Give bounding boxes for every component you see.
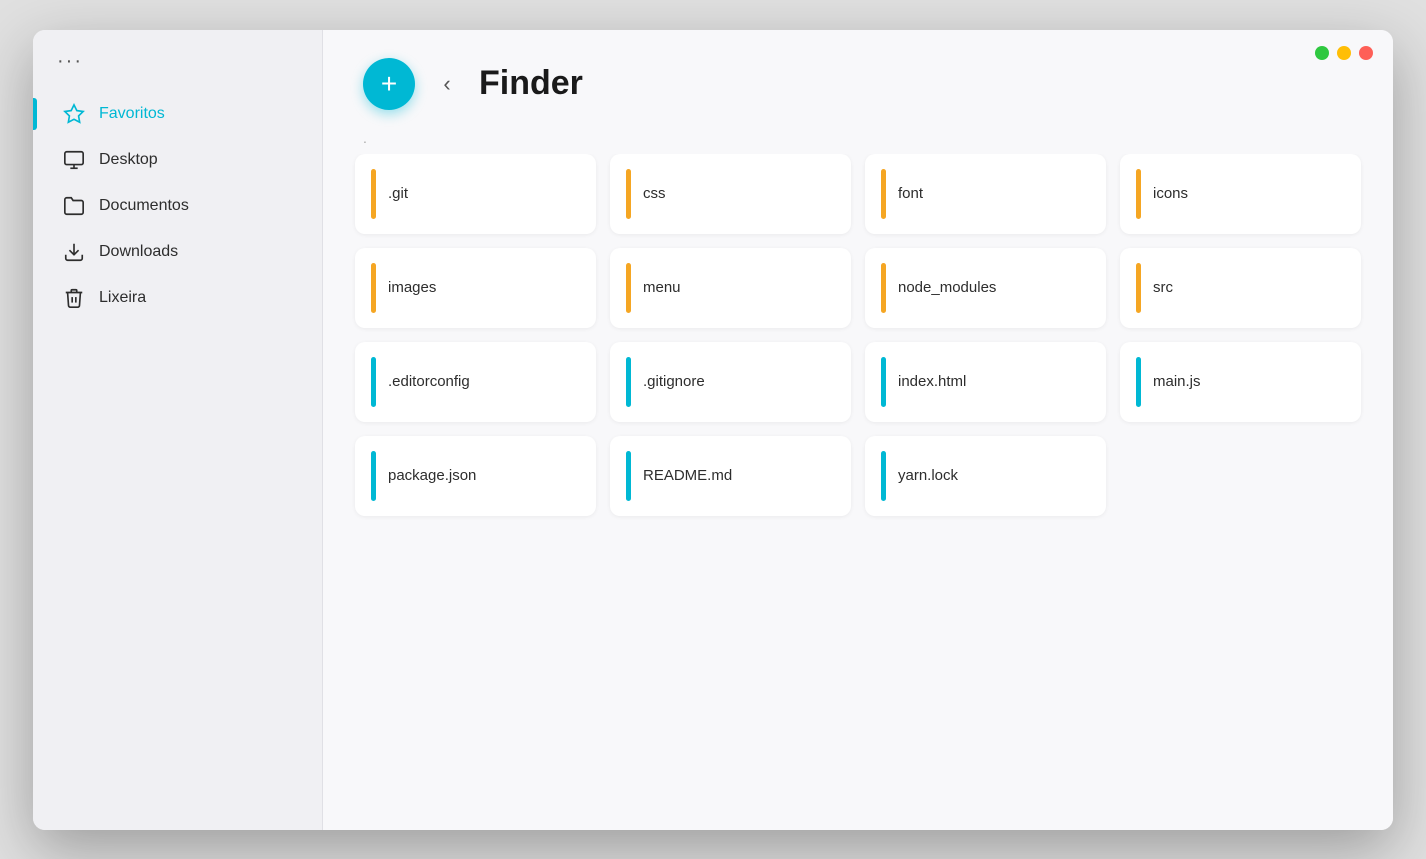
file-accent-blue bbox=[626, 357, 631, 407]
file-accent-yellow bbox=[626, 169, 631, 219]
file-name: yarn.lock bbox=[898, 467, 958, 484]
file-accent-yellow bbox=[1136, 263, 1141, 313]
fab-add-button[interactable]: + bbox=[363, 58, 415, 110]
file-item[interactable]: yarn.lock bbox=[865, 436, 1106, 516]
back-button[interactable]: ‹ bbox=[431, 68, 463, 100]
download-icon bbox=[63, 241, 85, 263]
file-name: src bbox=[1153, 279, 1173, 296]
file-accent-blue bbox=[881, 451, 886, 501]
file-name: font bbox=[898, 185, 923, 202]
close-button[interactable] bbox=[1359, 46, 1373, 60]
file-item[interactable]: .gitignore bbox=[610, 342, 851, 422]
active-indicator bbox=[33, 98, 37, 130]
more-menu-button[interactable]: ··· bbox=[33, 50, 322, 93]
file-accent-yellow bbox=[1136, 169, 1141, 219]
file-name: .git bbox=[388, 185, 408, 202]
sidebar-item-label: Desktop bbox=[99, 151, 158, 169]
file-item[interactable]: icons bbox=[1120, 154, 1361, 234]
trash-icon bbox=[63, 287, 85, 309]
breadcrumb: . bbox=[323, 130, 1393, 154]
sidebar-item-downloads[interactable]: Downloads bbox=[49, 231, 306, 273]
sidebar-item-lixeira[interactable]: Lixeira bbox=[49, 277, 306, 319]
page-title: Finder bbox=[479, 64, 583, 103]
file-accent-blue bbox=[1136, 357, 1141, 407]
file-name: package.json bbox=[388, 467, 476, 484]
file-accent-blue bbox=[371, 451, 376, 501]
file-accent-yellow bbox=[881, 169, 886, 219]
file-name: menu bbox=[643, 279, 681, 296]
file-item[interactable]: .git bbox=[355, 154, 596, 234]
file-item[interactable]: main.js bbox=[1120, 342, 1361, 422]
sidebar-item-documentos[interactable]: Documentos bbox=[49, 185, 306, 227]
monitor-icon bbox=[63, 149, 85, 171]
finder-window: ··· Favoritos bbox=[33, 30, 1393, 830]
folder-icon bbox=[63, 195, 85, 217]
file-accent-yellow bbox=[371, 169, 376, 219]
file-accent-blue bbox=[626, 451, 631, 501]
file-accent-yellow bbox=[371, 263, 376, 313]
file-item[interactable]: package.json bbox=[355, 436, 596, 516]
star-icon bbox=[63, 103, 85, 125]
content-header: + ‹ Finder bbox=[323, 30, 1393, 130]
file-name: images bbox=[388, 279, 436, 296]
file-name: .editorconfig bbox=[388, 373, 470, 390]
file-accent-blue bbox=[881, 357, 886, 407]
file-name: index.html bbox=[898, 373, 966, 390]
sidebar-item-label: Downloads bbox=[99, 243, 178, 261]
titlebar bbox=[1315, 46, 1373, 60]
file-grid: .git css font icons images menu node_modules sr… bbox=[323, 154, 1393, 830]
main-layout: ··· Favoritos bbox=[33, 30, 1393, 830]
file-item[interactable]: menu bbox=[610, 248, 851, 328]
file-item[interactable]: .editorconfig bbox=[355, 342, 596, 422]
file-item[interactable]: README.md bbox=[610, 436, 851, 516]
file-item[interactable]: node_modules bbox=[865, 248, 1106, 328]
sidebar-item-label: Lixeira bbox=[99, 289, 146, 307]
file-item[interactable]: src bbox=[1120, 248, 1361, 328]
sidebar: ··· Favoritos bbox=[33, 30, 323, 830]
minimize-button[interactable] bbox=[1337, 46, 1351, 60]
file-name: icons bbox=[1153, 185, 1188, 202]
file-item[interactable]: font bbox=[865, 154, 1106, 234]
sidebar-item-favoritos[interactable]: Favoritos bbox=[49, 93, 306, 135]
sidebar-item-desktop[interactable]: Desktop bbox=[49, 139, 306, 181]
sidebar-item-label: Documentos bbox=[99, 197, 189, 215]
file-name: css bbox=[643, 185, 666, 202]
file-item[interactable]: images bbox=[355, 248, 596, 328]
file-name: main.js bbox=[1153, 373, 1201, 390]
maximize-button[interactable] bbox=[1315, 46, 1329, 60]
sidebar-item-label: Favoritos bbox=[99, 105, 165, 123]
file-item[interactable]: index.html bbox=[865, 342, 1106, 422]
sidebar-nav: Favoritos Desktop bbox=[33, 93, 322, 319]
file-item[interactable]: css bbox=[610, 154, 851, 234]
file-name: README.md bbox=[643, 467, 732, 484]
main-content: + ‹ Finder . .git css font icons images menu n… bbox=[323, 30, 1393, 830]
file-accent-blue bbox=[371, 357, 376, 407]
file-name: .gitignore bbox=[643, 373, 705, 390]
file-accent-yellow bbox=[626, 263, 631, 313]
file-name: node_modules bbox=[898, 279, 996, 296]
file-accent-yellow bbox=[881, 263, 886, 313]
